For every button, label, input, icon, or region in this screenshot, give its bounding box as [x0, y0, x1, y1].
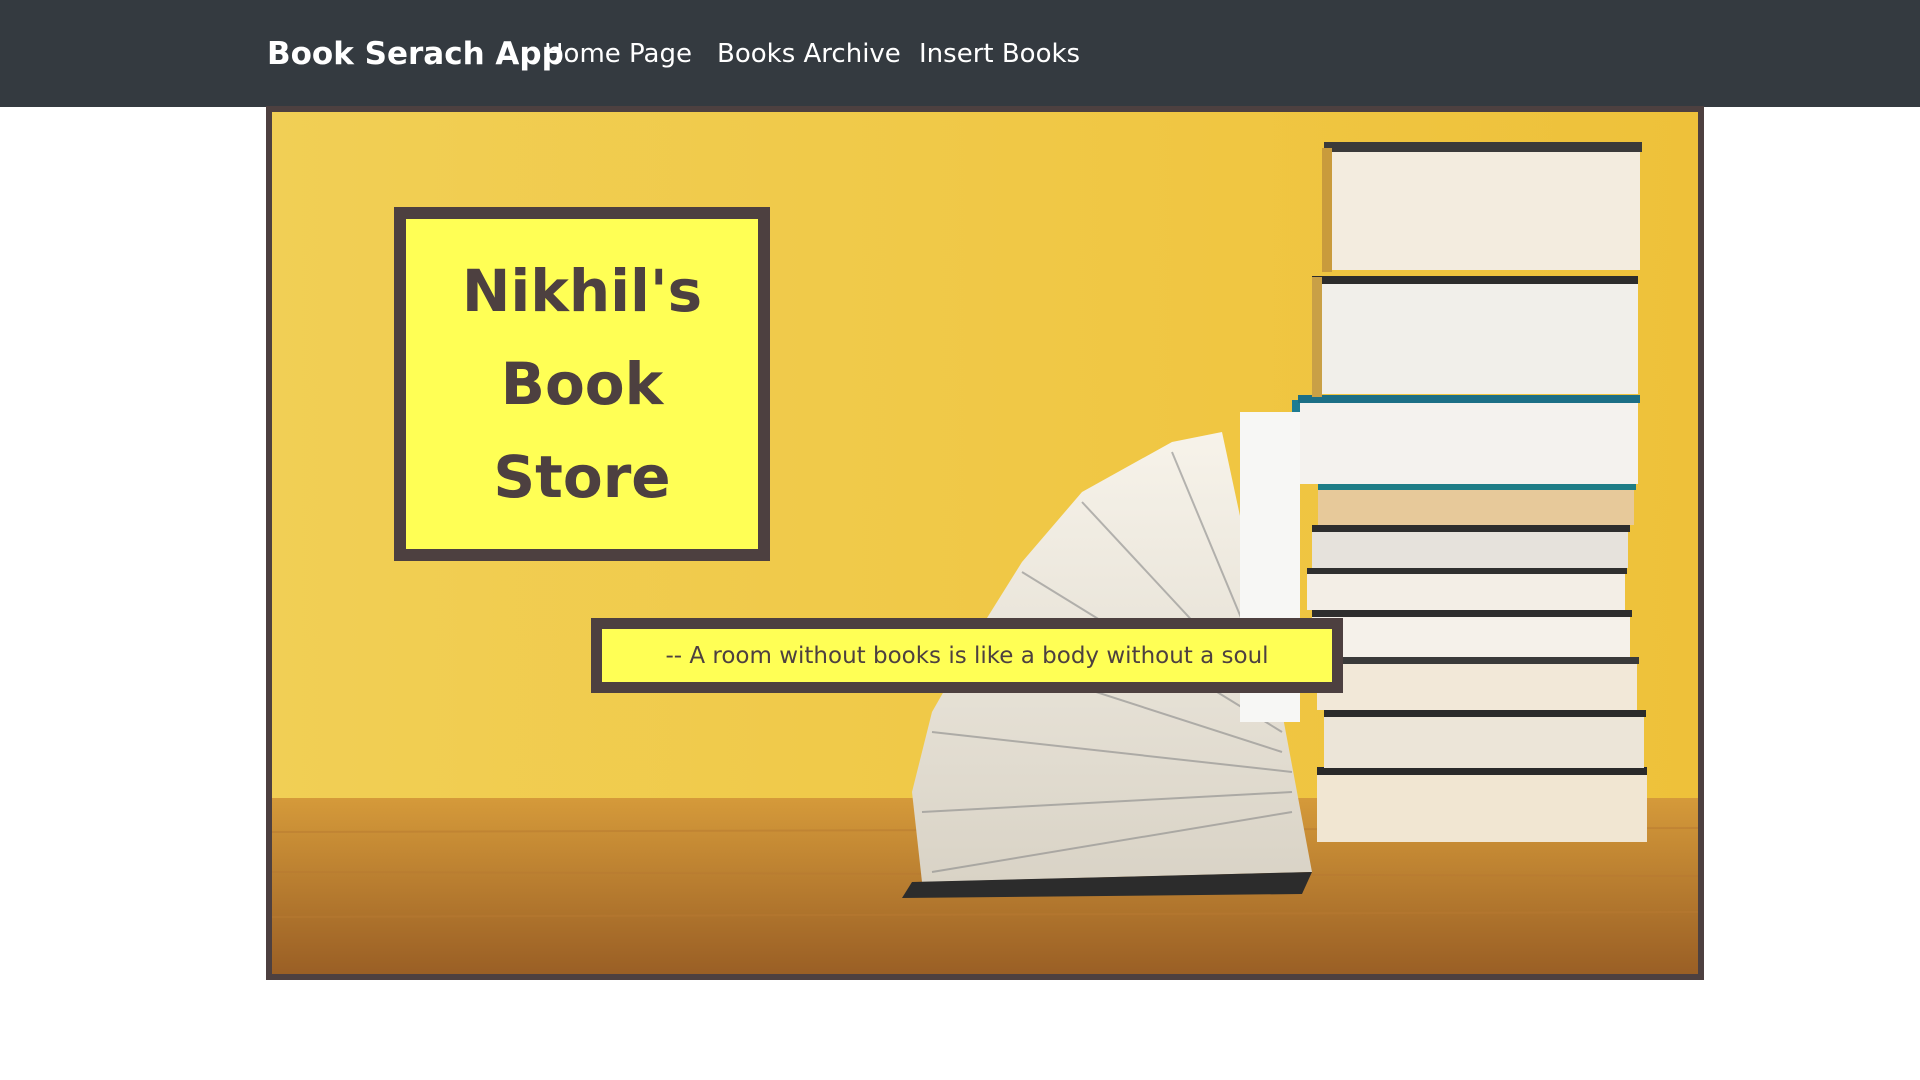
nav-insert-books[interactable]: Insert Books — [919, 36, 1080, 72]
top-navbar: Book Serach App Home Page Books Archive … — [0, 0, 1920, 107]
store-title-box: Nikhil's Book Store — [394, 207, 770, 561]
nav-books-archive[interactable]: Books Archive — [717, 36, 901, 72]
store-title: Nikhil's Book Store — [461, 256, 703, 511]
quote-box: -- A room without books is like a body w… — [591, 618, 1343, 693]
quote-text: -- A room without books is like a body w… — [665, 642, 1269, 669]
nav-home-page[interactable]: Home Page — [544, 36, 692, 72]
hero-banner: Nikhil's Book Store -- A room without bo… — [266, 106, 1704, 980]
brand-link[interactable]: Book Serach App — [267, 34, 564, 74]
